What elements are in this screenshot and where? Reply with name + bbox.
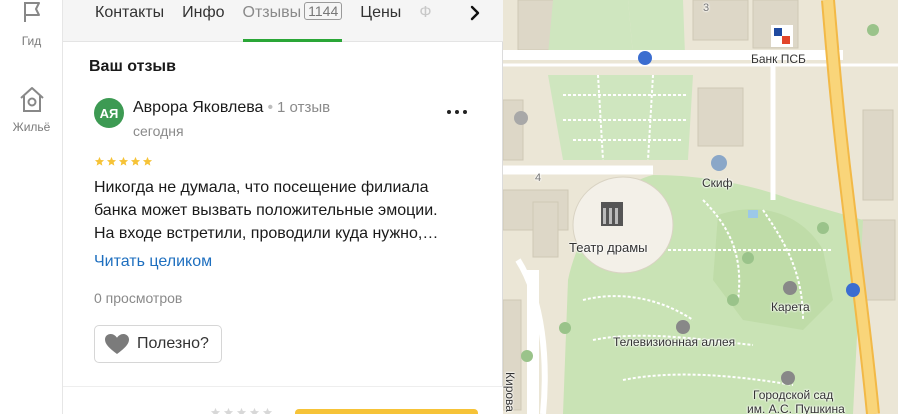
review-text-line: Никогда не думала, что посещение филиала xyxy=(94,179,429,196)
tab-reviews[interactable]: Отзывы 1144 xyxy=(242,0,343,42)
review-text: Никогда не думала, что посещение филиала… xyxy=(94,176,484,245)
rail-item-guide[interactable]: Гид xyxy=(0,0,63,48)
map-label-theatre[interactable]: Театр драмы xyxy=(569,240,648,255)
rail-item-housing[interactable]: Жильё xyxy=(0,84,63,134)
chevron-right-icon xyxy=(470,5,480,21)
section-title: Ваш отзыв xyxy=(89,58,176,75)
star-outline-icon[interactable] xyxy=(210,407,221,414)
views-count: 0 просмотров xyxy=(94,290,183,306)
rating-stars xyxy=(94,156,153,167)
star-icon xyxy=(142,156,153,166)
map-label-skif[interactable]: Скиф xyxy=(702,176,733,190)
useful-button[interactable]: Полезно? xyxy=(94,325,222,363)
map-label-garden-2: им. А.С. Пушкина xyxy=(747,402,845,414)
more-dot xyxy=(455,110,459,114)
read-more-link[interactable]: Читать целиком xyxy=(94,253,212,271)
tab-info-label: Инфо xyxy=(182,3,225,21)
rail-item-guide-label: Гид xyxy=(21,34,42,48)
map-label-alley: Телевизионная аллея xyxy=(613,335,736,349)
star-icon xyxy=(94,156,105,166)
tab-info[interactable]: Инфо xyxy=(182,0,224,42)
more-dot xyxy=(463,110,467,114)
bottom-bar xyxy=(63,386,503,414)
star-icon xyxy=(130,156,141,166)
place-panel: Контакты Инфо Отзывы 1144 Цены Ф Ваш отзы… xyxy=(63,0,503,414)
map-label-house-number: 4 xyxy=(535,172,542,184)
map-label-bank[interactable]: Банк ПСБ xyxy=(751,52,806,66)
left-rail: Гид Жильё xyxy=(0,0,63,414)
tab-prices-label: Цены xyxy=(360,3,402,21)
star-outline-icon[interactable] xyxy=(249,407,260,414)
star-outline-icon[interactable] xyxy=(262,407,273,414)
app-root: Гид Жильё Контакты Инфо Отзывы 1144 Цены … xyxy=(0,0,898,414)
tab-contacts-label: Контакты xyxy=(95,3,165,21)
house-icon xyxy=(19,87,44,112)
useful-label: Полезно? xyxy=(137,335,209,352)
tab-photos-label: Ф xyxy=(419,3,432,21)
author-name[interactable]: Аврора Яковлева xyxy=(133,99,263,116)
reviews-count-badge: 1144 xyxy=(304,1,343,20)
review-text-line: банка может вызвать положительные эмоции… xyxy=(94,202,438,219)
star-outline-icon[interactable] xyxy=(236,407,247,414)
map-label-street: Кирова xyxy=(503,372,517,412)
map-canvas[interactable] xyxy=(503,0,898,414)
more-dot xyxy=(447,110,451,114)
write-review-button[interactable] xyxy=(295,409,478,414)
map-label-kareta[interactable]: Карета xyxy=(771,300,810,314)
author-review-count: 1 отзыв xyxy=(277,99,331,116)
review-text-line: На входе встретили, проводили куда нужно… xyxy=(94,225,439,242)
map-label-garden[interactable]: Городской сад xyxy=(753,388,833,402)
rate-stars[interactable] xyxy=(210,407,273,414)
tab-bar: Контакты Инфо Отзывы 1144 Цены Ф xyxy=(63,0,503,42)
star-outline-icon[interactable] xyxy=(223,407,234,414)
tab-photos[interactable]: Ф xyxy=(419,0,431,42)
heart-icon xyxy=(105,334,129,354)
review-author: Аврора Яковлева • 1 отзыв xyxy=(133,99,330,117)
tab-prices[interactable]: Цены xyxy=(360,0,401,42)
flag-icon xyxy=(23,2,40,22)
star-icon xyxy=(106,156,117,166)
star-icon xyxy=(118,156,129,166)
tab-contacts[interactable]: Контакты xyxy=(95,0,164,42)
avatar[interactable]: АЯ xyxy=(94,98,124,128)
more-options-button[interactable] xyxy=(447,104,471,120)
rail-item-housing-label: Жильё xyxy=(12,120,51,134)
tabs-next-button[interactable] xyxy=(457,0,493,26)
review-date: сегодня xyxy=(133,123,184,139)
separator-dot: • xyxy=(267,99,274,116)
map-label-house-number: 3 xyxy=(703,2,710,14)
map[interactable]: Банк ПСБ Театр драмы Скиф Карета Телевиз… xyxy=(503,0,898,414)
tab-reviews-label: Отзывы xyxy=(242,3,302,21)
